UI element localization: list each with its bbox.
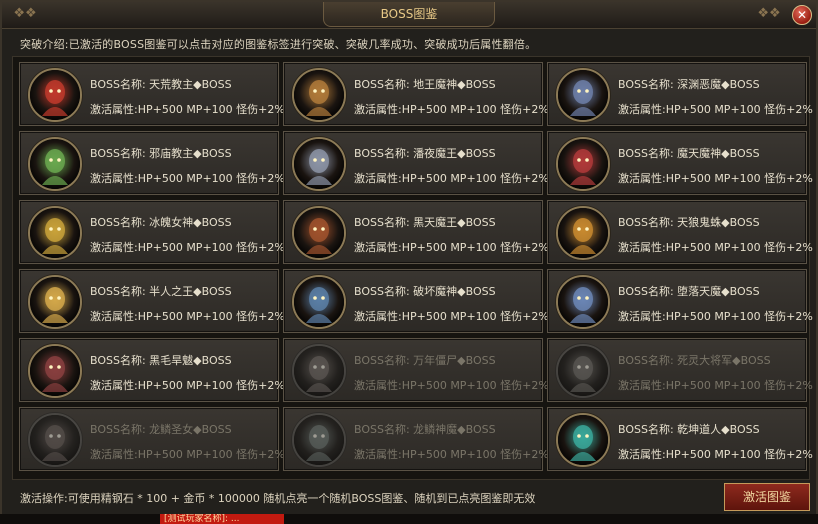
boss-name: BOSS名称: 万年僵尸◆BOSS — [354, 354, 496, 367]
boss-name: BOSS名称: 天荒教主◆BOSS — [90, 78, 232, 91]
boss-activation-attributes: 激活属性:HP+500 MP+100 怪伤+2% — [90, 103, 285, 116]
close-button[interactable]: ✕ — [792, 5, 812, 25]
boss-card[interactable]: BOSS名称: 万年僵尸◆BOSS 激活属性:HP+500 MP+100 怪伤+2… — [283, 338, 549, 402]
bottom-hud-strip — [0, 514, 818, 524]
boss-portrait-icon — [28, 344, 82, 398]
boss-activation-attributes: 激活属性:HP+500 MP+100 怪伤+2% — [354, 103, 549, 116]
boss-portrait-icon — [556, 344, 610, 398]
boss-activation-attributes: 激活属性:HP+500 MP+100 怪伤+2% — [354, 172, 549, 185]
boss-name: BOSS名称: 龙鳞圣女◆BOSS — [90, 423, 232, 436]
boss-card[interactable]: BOSS名称: 潘夜魔王◆BOSS 激活属性:HP+500 MP+100 怪伤+2… — [283, 131, 549, 195]
boss-card[interactable]: BOSS名称: 破坏魔神◆BOSS 激活属性:HP+500 MP+100 怪伤+2… — [283, 269, 549, 333]
breakthrough-intro: 突破介绍:已激活的BOSS图鉴可以点击对应的图鉴标签进行突破、突破几率成功、突破… — [20, 38, 537, 51]
boss-portrait-icon — [556, 137, 610, 191]
boss-activation-attributes: 激活属性:HP+500 MP+100 怪伤+2% — [618, 379, 813, 392]
boss-activation-attributes: 激活属性:HP+500 MP+100 怪伤+2% — [90, 172, 285, 185]
boss-portrait-icon — [28, 137, 82, 191]
boss-name: BOSS名称: 潘夜魔王◆BOSS — [354, 147, 496, 160]
boss-portrait-icon — [556, 275, 610, 329]
boss-activation-attributes: 激活属性:HP+500 MP+100 怪伤+2% — [354, 448, 549, 461]
boss-name: BOSS名称: 半人之王◆BOSS — [90, 285, 232, 298]
activation-instructions: 激活操作:可使用精钢石 * 100 + 金币 * 100000 随机点亮一个随机… — [20, 492, 536, 505]
boss-name: BOSS名称: 死灵大将军◆BOSS — [618, 354, 771, 367]
boss-activation-attributes: 激活属性:HP+500 MP+100 怪伤+2% — [618, 172, 813, 185]
boss-card[interactable]: BOSS名称: 死灵大将军◆BOSS 激活属性:HP+500 MP+100 怪伤+… — [547, 338, 813, 402]
boss-name: BOSS名称: 龙鳞神魔◆BOSS — [354, 423, 496, 436]
activate-codex-button[interactable]: 激活图鉴 — [724, 483, 810, 511]
boss-card[interactable]: BOSS名称: 冰魄女神◆BOSS 激活属性:HP+500 MP+100 怪伤+2… — [19, 200, 285, 264]
boss-activation-attributes: 激活属性:HP+500 MP+100 怪伤+2% — [90, 379, 285, 392]
boss-name: BOSS名称: 黑毛旱魃◆BOSS — [90, 354, 232, 367]
boss-activation-attributes: 激活属性:HP+500 MP+100 怪伤+2% — [354, 310, 549, 323]
boss-portrait-icon — [292, 413, 346, 467]
boss-name: BOSS名称: 冰魄女神◆BOSS — [90, 216, 232, 229]
boss-portrait-icon — [28, 206, 82, 260]
boss-card[interactable]: BOSS名称: 地王魔神◆BOSS 激活属性:HP+500 MP+100 怪伤+2… — [283, 62, 549, 126]
boss-card[interactable]: BOSS名称: 半人之王◆BOSS 激活属性:HP+500 MP+100 怪伤+2… — [19, 269, 285, 333]
boss-portrait-icon — [556, 68, 610, 122]
boss-portrait-icon — [292, 137, 346, 191]
boss-activation-attributes: 激活属性:HP+500 MP+100 怪伤+2% — [618, 241, 813, 254]
boss-card[interactable]: BOSS名称: 乾坤道人◆BOSS 激活属性:HP+500 MP+100 怪伤+2… — [547, 407, 813, 471]
boss-portrait-icon — [292, 275, 346, 329]
boss-card[interactable]: BOSS名称: 堕落天魔◆BOSS 激活属性:HP+500 MP+100 怪伤+2… — [547, 269, 813, 333]
boss-name: BOSS名称: 黑天魔王◆BOSS — [354, 216, 496, 229]
boss-name: BOSS名称: 破坏魔神◆BOSS — [354, 285, 496, 298]
boss-card[interactable]: BOSS名称: 天狼鬼蛛◆BOSS 激活属性:HP+500 MP+100 怪伤+2… — [547, 200, 813, 264]
boss-name: BOSS名称: 堕落天魔◆BOSS — [618, 285, 760, 298]
boss-activation-attributes: 激活属性:HP+500 MP+100 怪伤+2% — [354, 241, 549, 254]
boss-card[interactable]: BOSS名称: 龙鳞圣女◆BOSS 激活属性:HP+500 MP+100 怪伤+2… — [19, 407, 285, 471]
boss-card[interactable]: BOSS名称: 黑毛旱魃◆BOSS 激活属性:HP+500 MP+100 怪伤+2… — [19, 338, 285, 402]
boss-card[interactable]: BOSS名称: 龙鳞神魔◆BOSS 激活属性:HP+500 MP+100 怪伤+2… — [283, 407, 549, 471]
chat-message: [测试玩家名称]: ... — [160, 514, 284, 524]
boss-activation-attributes: 激活属性:HP+500 MP+100 怪伤+2% — [618, 310, 813, 323]
boss-card[interactable]: BOSS名称: 天荒教主◆BOSS 激活属性:HP+500 MP+100 怪伤+2… — [19, 62, 285, 126]
boss-activation-attributes: 激活属性:HP+500 MP+100 怪伤+2% — [90, 448, 285, 461]
boss-name: BOSS名称: 天狼鬼蛛◆BOSS — [618, 216, 760, 229]
boss-portrait-icon — [292, 68, 346, 122]
boss-activation-attributes: 激活属性:HP+500 MP+100 怪伤+2% — [90, 241, 285, 254]
boss-card[interactable]: BOSS名称: 黑天魔王◆BOSS 激活属性:HP+500 MP+100 怪伤+2… — [283, 200, 549, 264]
boss-portrait-icon — [292, 206, 346, 260]
boss-portrait-icon — [28, 413, 82, 467]
boss-name: BOSS名称: 邪庙教主◆BOSS — [90, 147, 232, 160]
boss-portrait-icon — [28, 68, 82, 122]
boss-card[interactable]: BOSS名称: 深渊恶魔◆BOSS 激活属性:HP+500 MP+100 怪伤+2… — [547, 62, 813, 126]
boss-portrait-icon — [556, 206, 610, 260]
boss-card[interactable]: BOSS名称: 魔天魔神◆BOSS 激活属性:HP+500 MP+100 怪伤+2… — [547, 131, 813, 195]
boss-portrait-icon — [28, 275, 82, 329]
boss-portrait-icon — [292, 344, 346, 398]
boss-grid: BOSS名称: 天荒教主◆BOSS 激活属性:HP+500 MP+100 怪伤+2… — [12, 56, 813, 480]
window-title: BOSS图鉴 — [323, 2, 495, 27]
boss-name: BOSS名称: 地王魔神◆BOSS — [354, 78, 496, 91]
boss-activation-attributes: 激活属性:HP+500 MP+100 怪伤+2% — [618, 448, 813, 461]
boss-portrait-icon — [556, 413, 610, 467]
boss-codex-window: ❖❖ BOSS图鉴 ❖❖ ✕ 突破介绍:已激活的BOSS图鉴可以点击对应的图鉴标… — [0, 0, 818, 524]
boss-activation-attributes: 激活属性:HP+500 MP+100 怪伤+2% — [618, 103, 813, 116]
boss-card[interactable]: BOSS名称: 邪庙教主◆BOSS 激活属性:HP+500 MP+100 怪伤+2… — [19, 131, 285, 195]
boss-name: BOSS名称: 乾坤道人◆BOSS — [618, 423, 760, 436]
boss-activation-attributes: 激活属性:HP+500 MP+100 怪伤+2% — [90, 310, 285, 323]
boss-name: BOSS名称: 魔天魔神◆BOSS — [618, 147, 760, 160]
left-ornament-icon: ❖❖ — [13, 6, 37, 21]
boss-activation-attributes: 激活属性:HP+500 MP+100 怪伤+2% — [354, 379, 549, 392]
boss-name: BOSS名称: 深渊恶魔◆BOSS — [618, 78, 760, 91]
right-ornament-icon: ❖❖ — [757, 6, 781, 21]
title-bar[interactable]: ❖❖ BOSS图鉴 ❖❖ ✕ — [2, 2, 816, 29]
